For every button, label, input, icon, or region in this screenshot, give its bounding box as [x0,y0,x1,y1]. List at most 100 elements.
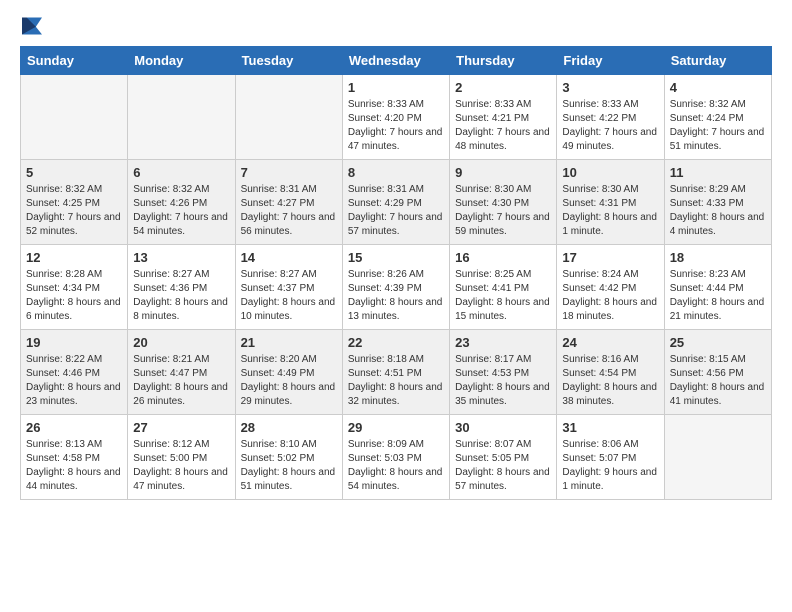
day-number: 10 [562,165,658,180]
day-number: 26 [26,420,122,435]
day-info: Sunrise: 8:27 AM Sunset: 4:37 PM Dayligh… [241,268,337,324]
day-info: Sunrise: 8:29 AM Sunset: 4:33 PM Dayligh… [670,183,766,239]
calendar-table: SundayMondayTuesdayWednesdayThursdayFrid… [20,46,772,500]
day-info: Sunrise: 8:21 AM Sunset: 4:47 PM Dayligh… [133,353,229,409]
day-info: Sunrise: 8:32 AM Sunset: 4:25 PM Dayligh… [26,183,122,239]
calendar-cell [128,75,235,160]
day-number: 13 [133,250,229,265]
day-number: 14 [241,250,337,265]
calendar-cell: 7Sunrise: 8:31 AM Sunset: 4:27 PM Daylig… [235,160,342,245]
day-info: Sunrise: 8:16 AM Sunset: 4:54 PM Dayligh… [562,353,658,409]
day-number: 25 [670,335,766,350]
calendar-cell: 5 Sunrise: 8:32 AM Sunset: 4:25 PM Daylig… [21,160,128,245]
day-info: Sunrise: 8:32 AM Sunset: 4:26 PM Dayligh… [133,183,229,239]
day-info: Sunrise: 8:26 AM Sunset: 4:39 PM Dayligh… [348,268,444,324]
calendar-cell: 6 Sunrise: 8:32 AM Sunset: 4:26 PM Daylig… [128,160,235,245]
day-info: Sunrise: 8:23 AM Sunset: 4:44 PM Dayligh… [670,268,766,324]
day-info: Sunrise: 8:18 AM Sunset: 4:51 PM Dayligh… [348,353,444,409]
calendar-cell: 28 Sunrise: 8:10 AM Sunset: 5:02 PM Dayli… [235,415,342,500]
day-info: Sunrise: 8:22 AM Sunset: 4:46 PM Dayligh… [26,353,122,409]
calendar-cell: 30 Sunrise: 8:07 AM Sunset: 5:05 PM Dayli… [450,415,557,500]
calendar-cell: 20Sunrise: 8:21 AM Sunset: 4:47 PM Dayli… [128,330,235,415]
day-number: 3 [562,80,658,95]
calendar-cell: 13 Sunrise: 8:27 AM Sunset: 4:36 PM Dayli… [128,245,235,330]
day-number: 15 [348,250,444,265]
day-info: Sunrise: 8:30 AM Sunset: 4:30 PM Dayligh… [455,183,551,239]
calendar-week-5: 26 Sunrise: 8:13 AM Sunset: 4:58 PM Dayli… [21,415,772,500]
calendar-week-3: 12 Sunrise: 8:28 AM Sunset: 4:34 PM Dayli… [21,245,772,330]
generalblue-logo-icon [20,16,44,36]
day-info: Sunrise: 8:32 AM Sunset: 4:24 PM Dayligh… [670,98,766,154]
calendar-cell: 25 Sunrise: 8:15 AM Sunset: 4:56 PM Dayli… [664,330,771,415]
calendar-header-friday: Friday [557,47,664,75]
day-number: 28 [241,420,337,435]
day-number: 24 [562,335,658,350]
calendar-cell: 31 Sunrise: 8:06 AM Sunset: 5:07 PM Dayli… [557,415,664,500]
calendar-header-row: SundayMondayTuesdayWednesdayThursdayFrid… [21,47,772,75]
day-number: 30 [455,420,551,435]
day-number: 2 [455,80,551,95]
day-number: 31 [562,420,658,435]
calendar-cell: 16 Sunrise: 8:25 AM Sunset: 4:41 PM Dayli… [450,245,557,330]
day-number: 29 [348,420,444,435]
day-number: 1 [348,80,444,95]
calendar-body: 1 Sunrise: 8:33 AM Sunset: 4:20 PM Daylig… [21,75,772,500]
day-number: 19 [26,335,122,350]
calendar-cell: 8 Sunrise: 8:31 AM Sunset: 4:29 PM Daylig… [342,160,449,245]
calendar-cell: 24 Sunrise: 8:16 AM Sunset: 4:54 PM Dayli… [557,330,664,415]
calendar-cell: 4 Sunrise: 8:32 AM Sunset: 4:24 PM Daylig… [664,75,771,160]
day-info: Sunrise: 8:31 AM Sunset: 4:27 PM Dayligh… [241,183,337,239]
logo [20,16,48,36]
calendar-cell: 12 Sunrise: 8:28 AM Sunset: 4:34 PM Dayli… [21,245,128,330]
calendar-week-1: 1 Sunrise: 8:33 AM Sunset: 4:20 PM Daylig… [21,75,772,160]
day-info: Sunrise: 8:06 AM Sunset: 5:07 PM Dayligh… [562,438,658,494]
calendar-cell: 14 Sunrise: 8:27 AM Sunset: 4:37 PM Dayli… [235,245,342,330]
day-info: Sunrise: 8:07 AM Sunset: 5:05 PM Dayligh… [455,438,551,494]
calendar-cell [664,415,771,500]
calendar-header-thursday: Thursday [450,47,557,75]
calendar-cell: 21Sunrise: 8:20 AM Sunset: 4:49 PM Dayli… [235,330,342,415]
day-number: 4 [670,80,766,95]
page-header [20,16,772,36]
calendar-cell: 29 Sunrise: 8:09 AM Sunset: 5:03 PM Dayli… [342,415,449,500]
day-info: Sunrise: 8:17 AM Sunset: 4:53 PM Dayligh… [455,353,551,409]
day-number: 12 [26,250,122,265]
calendar-cell: 27Sunrise: 8:12 AM Sunset: 5:00 PM Dayli… [128,415,235,500]
day-number: 8 [348,165,444,180]
calendar-header-tuesday: Tuesday [235,47,342,75]
calendar-cell: 26 Sunrise: 8:13 AM Sunset: 4:58 PM Dayli… [21,415,128,500]
calendar-cell: 11 Sunrise: 8:29 AM Sunset: 4:33 PM Dayli… [664,160,771,245]
day-info: Sunrise: 8:33 AM Sunset: 4:21 PM Dayligh… [455,98,551,154]
calendar-cell: 18Sunrise: 8:23 AM Sunset: 4:44 PM Dayli… [664,245,771,330]
calendar-cell: 17Sunrise: 8:24 AM Sunset: 4:42 PM Dayli… [557,245,664,330]
calendar-cell [235,75,342,160]
day-info: Sunrise: 8:12 AM Sunset: 5:00 PM Dayligh… [133,438,229,494]
day-info: Sunrise: 8:33 AM Sunset: 4:20 PM Dayligh… [348,98,444,154]
calendar-cell: 23Sunrise: 8:17 AM Sunset: 4:53 PM Dayli… [450,330,557,415]
day-info: Sunrise: 8:31 AM Sunset: 4:29 PM Dayligh… [348,183,444,239]
day-number: 6 [133,165,229,180]
day-number: 22 [348,335,444,350]
calendar-week-4: 19 Sunrise: 8:22 AM Sunset: 4:46 PM Dayli… [21,330,772,415]
day-info: Sunrise: 8:09 AM Sunset: 5:03 PM Dayligh… [348,438,444,494]
day-info: Sunrise: 8:28 AM Sunset: 4:34 PM Dayligh… [26,268,122,324]
calendar-header-monday: Monday [128,47,235,75]
day-info: Sunrise: 8:15 AM Sunset: 4:56 PM Dayligh… [670,353,766,409]
day-number: 11 [670,165,766,180]
day-number: 16 [455,250,551,265]
day-info: Sunrise: 8:25 AM Sunset: 4:41 PM Dayligh… [455,268,551,324]
day-info: Sunrise: 8:30 AM Sunset: 4:31 PM Dayligh… [562,183,658,239]
day-number: 5 [26,165,122,180]
day-number: 21 [241,335,337,350]
calendar-header-sunday: Sunday [21,47,128,75]
calendar-week-2: 5 Sunrise: 8:32 AM Sunset: 4:25 PM Daylig… [21,160,772,245]
calendar-cell: 15 Sunrise: 8:26 AM Sunset: 4:39 PM Dayli… [342,245,449,330]
calendar-header-saturday: Saturday [664,47,771,75]
day-info: Sunrise: 8:13 AM Sunset: 4:58 PM Dayligh… [26,438,122,494]
calendar-cell: 3 Sunrise: 8:33 AM Sunset: 4:22 PM Daylig… [557,75,664,160]
day-info: Sunrise: 8:10 AM Sunset: 5:02 PM Dayligh… [241,438,337,494]
calendar-cell [21,75,128,160]
day-info: Sunrise: 8:27 AM Sunset: 4:36 PM Dayligh… [133,268,229,324]
day-info: Sunrise: 8:33 AM Sunset: 4:22 PM Dayligh… [562,98,658,154]
day-number: 17 [562,250,658,265]
